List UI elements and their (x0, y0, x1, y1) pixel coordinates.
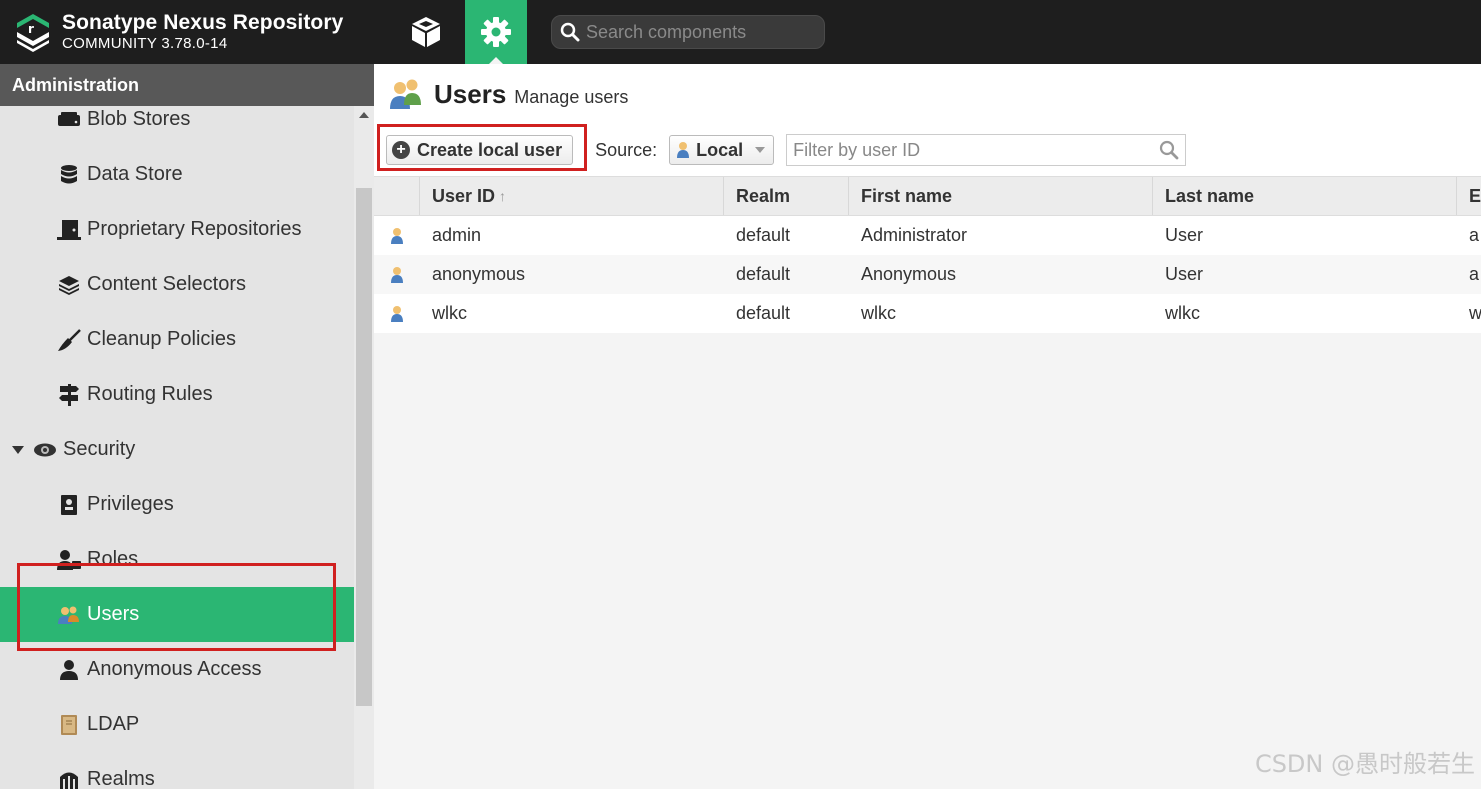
app-title: Sonatype Nexus Repository (62, 11, 344, 34)
sidebar-item-cleanup-policies[interactable]: Cleanup Policies (0, 312, 354, 367)
database-icon (56, 163, 82, 187)
source-select[interactable]: Local (669, 135, 775, 165)
user-row-icon (374, 255, 420, 294)
column-header-email[interactable]: E (1457, 177, 1481, 215)
sidebar-item-label: Cleanup Policies (87, 328, 236, 350)
cell-first-name: Anonymous (861, 264, 957, 284)
sidebar-item-proprietary-repositories[interactable]: Proprietary Repositories (0, 202, 354, 257)
user-icon (56, 658, 82, 682)
filter-box[interactable] (786, 134, 1187, 166)
cell-user-id: wlkc (432, 303, 467, 323)
cell-realm: default (736, 264, 791, 284)
search-input[interactable] (586, 21, 806, 43)
sidebar-item-label: Realms (87, 768, 155, 789)
cube-icon (412, 17, 440, 47)
sidebar-group-security[interactable]: Security (0, 422, 354, 477)
brand[interactable]: r Sonatype Nexus Repository COMMUNITY 3.… (0, 0, 395, 64)
column-header-icon (374, 177, 420, 215)
realms-icon (56, 768, 82, 789)
proprietary-icon (56, 218, 82, 242)
watermark: CSDN @愚时般若生 (1254, 750, 1475, 778)
page-header: Users Manage users (374, 64, 1481, 124)
cell-last-name: wlkc (1165, 303, 1200, 323)
table-row[interactable]: admin default Administrator User a (374, 216, 1481, 255)
book-icon (56, 713, 82, 737)
table-row[interactable]: anonymous default Anonymous User a (374, 255, 1481, 294)
sidebar-item-realms[interactable]: Realms (0, 752, 354, 789)
cell-email: a (1469, 225, 1480, 245)
chevron-down-icon (755, 147, 766, 153)
users-icon (390, 79, 421, 109)
admin-settings-button[interactable] (465, 0, 527, 64)
broom-icon (56, 328, 82, 352)
filter-input[interactable] (793, 139, 1160, 161)
sidebar-item-label: Proprietary Repositories (87, 218, 302, 240)
search-icon[interactable] (1159, 140, 1179, 160)
sidebar-header: Administration (0, 64, 374, 106)
sidebar-item-label: Blob Stores (87, 108, 191, 130)
cell-email: a (1469, 264, 1480, 284)
cell-first-name: wlkc (861, 303, 896, 323)
scroll-up-arrow-icon[interactable] (359, 112, 369, 118)
column-header-user-id[interactable]: User ID ↑ (420, 177, 724, 215)
source-value: Local (696, 139, 744, 160)
table-body: admin default Administrator User a anony… (374, 216, 1481, 333)
layers-icon (56, 273, 82, 297)
sidebar-item-routing-rules[interactable]: Routing Rules (0, 367, 354, 422)
sidebar-item-label: Security (63, 438, 136, 460)
source-label: Source: (595, 139, 658, 160)
user-icon (677, 142, 690, 158)
table-header: User ID ↑ Realm First name Last name E (374, 176, 1481, 216)
app-edition: COMMUNITY 3.78.0-14 (62, 35, 228, 52)
column-header-first-name[interactable]: First name (849, 177, 1153, 215)
sidebar-item-label: Anonymous Access (87, 658, 262, 680)
cell-email: w (1469, 303, 1481, 323)
main-panel: Users Manage users + Create local user S… (374, 64, 1481, 789)
cell-user-id: anonymous (432, 264, 526, 284)
sidebar-scrollbar[interactable] (354, 106, 374, 789)
blob-store-icon (56, 108, 82, 132)
sidebar-item-content-selectors[interactable]: Content Selectors (0, 257, 354, 312)
gear-icon (481, 17, 511, 47)
sidebar-item-label: Routing Rules (87, 383, 213, 405)
page-subtitle: Manage users (514, 86, 629, 107)
cell-realm: default (736, 225, 791, 245)
cell-last-name: User (1165, 225, 1204, 245)
user-row-icon (374, 294, 420, 333)
column-header-realm[interactable]: Realm (724, 177, 849, 215)
search-box[interactable] (551, 15, 825, 49)
page-title: Users (434, 78, 507, 109)
cell-last-name: User (1165, 264, 1204, 284)
sidebar-item-blob-stores[interactable]: Blob Stores (0, 106, 354, 147)
highlight-create-button (377, 124, 587, 171)
user-row-icon (374, 216, 420, 255)
column-header-last-name[interactable]: Last name (1153, 177, 1457, 215)
sidebar-item-privileges[interactable]: Privileges (0, 477, 354, 532)
svg-text:r: r (28, 22, 34, 36)
sidebar-item-label: LDAP (87, 713, 140, 735)
users-table: User ID ↑ Realm First name Last name E ad… (374, 176, 1481, 333)
sidebar-item-data-store[interactable]: Data Store (0, 147, 354, 202)
top-bar: r Sonatype Nexus Repository COMMUNITY 3.… (0, 0, 1481, 64)
highlight-users-nav (17, 563, 336, 651)
sort-ascending-icon: ↑ (499, 188, 507, 204)
sidebar-item-ldap[interactable]: LDAP (0, 697, 354, 752)
cell-first-name: Administrator (861, 225, 968, 245)
badge-icon (56, 493, 82, 517)
sidebar-item-label: Data Store (87, 163, 183, 185)
table-row[interactable]: wlkc default wlkc wlkc w (374, 294, 1481, 333)
signpost-icon (56, 383, 82, 407)
browse-button[interactable] (395, 0, 457, 64)
nexus-logo-icon: r (17, 14, 49, 52)
eye-icon (32, 438, 58, 462)
cell-realm: default (736, 303, 791, 323)
search-icon (560, 22, 580, 42)
expand-caret-icon[interactable] (12, 445, 24, 454)
sidebar: Blob Stores Data Store Proprietary Repos… (0, 106, 354, 789)
scroll-thumb[interactable] (356, 188, 372, 706)
sidebar-item-label: Privileges (87, 493, 174, 515)
cell-user-id: admin (432, 225, 482, 245)
sidebar-item-label: Content Selectors (87, 273, 246, 295)
